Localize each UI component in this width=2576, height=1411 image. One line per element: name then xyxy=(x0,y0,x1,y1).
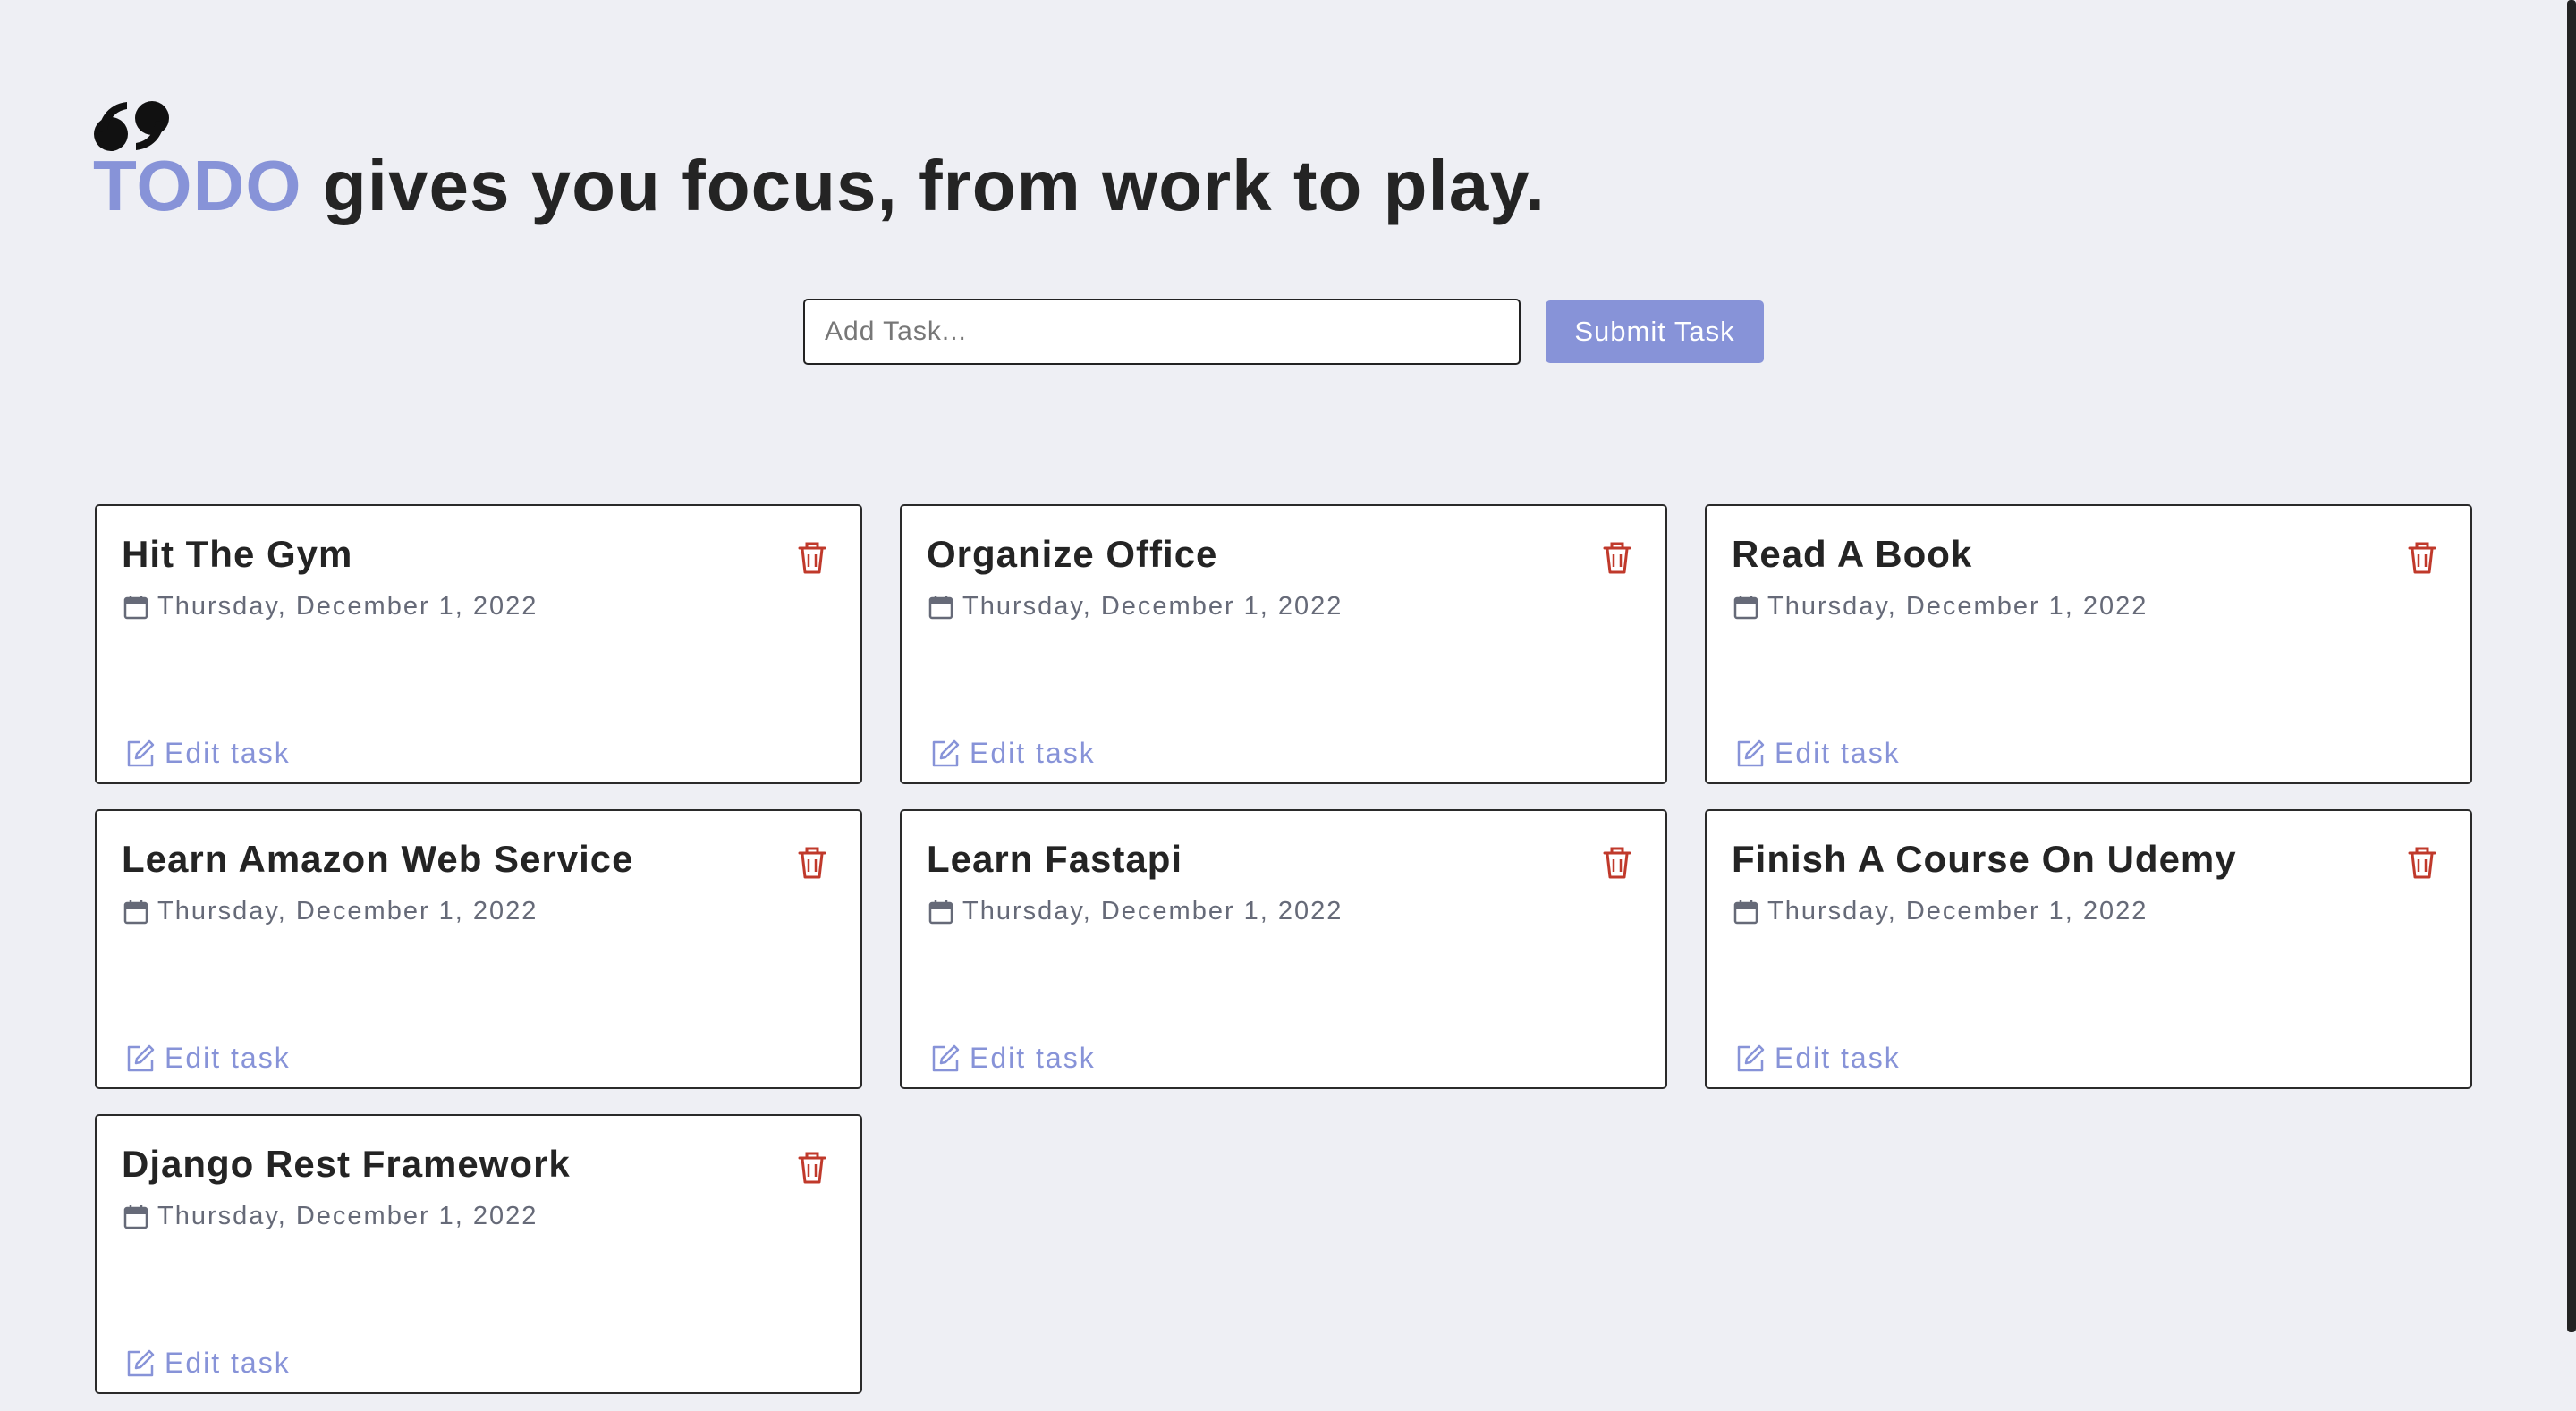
headline-tagline: gives you focus, from work to play. xyxy=(301,146,1546,225)
edit-icon xyxy=(127,1044,155,1071)
task-title: Learn Fastapi xyxy=(927,838,1183,880)
task-grid: Hit The Gym Thursday, December 1, 2022 E… xyxy=(95,504,2472,1394)
edit-icon xyxy=(1737,1044,1765,1071)
edit-task-link[interactable]: Edit task xyxy=(1735,737,1901,770)
task-date-row: Thursday, December 1, 2022 xyxy=(123,1202,538,1231)
page-scrollbar[interactable] xyxy=(2567,0,2576,1332)
edit-task-link[interactable]: Edit task xyxy=(930,737,1096,770)
calendar-icon xyxy=(123,595,148,619)
trash-icon[interactable] xyxy=(2408,542,2436,574)
edit-task-label: Edit task xyxy=(1775,1042,1901,1074)
edit-task-label: Edit task xyxy=(165,1042,291,1074)
calendar-icon xyxy=(928,900,953,924)
task-date: Thursday, December 1, 2022 xyxy=(1767,592,2148,621)
edit-task-label: Edit task xyxy=(970,737,1096,769)
task-title: Organize Office xyxy=(927,533,1218,575)
calendar-icon xyxy=(1733,595,1758,619)
trash-icon[interactable] xyxy=(798,542,826,574)
task-card: Hit The Gym Thursday, December 1, 2022 E… xyxy=(95,504,862,784)
task-date-row: Thursday, December 1, 2022 xyxy=(928,592,1343,621)
edit-icon xyxy=(932,739,960,766)
task-date: Thursday, December 1, 2022 xyxy=(962,897,1343,925)
task-card: Organize Office Thursday, December 1, 20… xyxy=(900,504,1667,784)
task-date-row: Thursday, December 1, 2022 xyxy=(1733,592,2148,621)
page: TODO gives you focus, from work to play.… xyxy=(0,0,2576,1411)
headline-accent: TODO xyxy=(93,146,302,225)
calendar-icon xyxy=(928,595,953,619)
edit-task-label: Edit task xyxy=(165,1347,291,1379)
task-title: Read A Book xyxy=(1732,533,1973,575)
edit-task-label: Edit task xyxy=(1775,737,1901,769)
task-date-row: Thursday, December 1, 2022 xyxy=(1733,897,2148,926)
add-task-form: Submit Task xyxy=(803,299,1764,365)
edit-task-link[interactable]: Edit task xyxy=(125,1347,291,1380)
task-title: Django Rest Framework xyxy=(122,1143,571,1185)
calendar-icon xyxy=(123,900,148,924)
submit-task-button[interactable]: Submit Task xyxy=(1546,300,1764,363)
task-date: Thursday, December 1, 2022 xyxy=(1767,897,2148,925)
edit-task-label: Edit task xyxy=(970,1042,1096,1074)
task-date: Thursday, December 1, 2022 xyxy=(157,1202,538,1230)
page-headline: TODO gives you focus, from work to play. xyxy=(93,145,1546,227)
task-date: Thursday, December 1, 2022 xyxy=(157,897,538,925)
edit-icon xyxy=(1737,739,1765,766)
trash-icon[interactable] xyxy=(1603,542,1631,574)
task-date-row: Thursday, December 1, 2022 xyxy=(928,897,1343,926)
edit-icon xyxy=(127,1349,155,1376)
trash-icon[interactable] xyxy=(798,1152,826,1184)
task-title: Finish A Course On Udemy xyxy=(1732,838,2237,880)
task-card: Learn Fastapi Thursday, December 1, 2022… xyxy=(900,809,1667,1089)
task-card: Finish A Course On Udemy Thursday, Decem… xyxy=(1705,809,2472,1089)
task-card: Django Rest Framework Thursday, December… xyxy=(95,1114,862,1394)
edit-task-link[interactable]: Edit task xyxy=(125,737,291,770)
edit-icon xyxy=(127,739,155,766)
edit-icon xyxy=(932,1044,960,1071)
edit-task-label: Edit task xyxy=(165,737,291,769)
task-date: Thursday, December 1, 2022 xyxy=(157,592,538,621)
edit-task-link[interactable]: Edit task xyxy=(1735,1042,1901,1075)
task-card: Learn Amazon Web Service Thursday, Decem… xyxy=(95,809,862,1089)
edit-task-link[interactable]: Edit task xyxy=(125,1042,291,1075)
calendar-icon xyxy=(123,1204,148,1229)
trash-icon[interactable] xyxy=(1603,847,1631,879)
task-title: Learn Amazon Web Service xyxy=(122,838,634,880)
calendar-icon xyxy=(1733,900,1758,924)
trash-icon[interactable] xyxy=(2408,847,2436,879)
add-task-input[interactable] xyxy=(803,299,1521,365)
task-date: Thursday, December 1, 2022 xyxy=(962,592,1343,621)
task-card: Read A Book Thursday, December 1, 2022 E… xyxy=(1705,504,2472,784)
trash-icon[interactable] xyxy=(798,847,826,879)
task-date-row: Thursday, December 1, 2022 xyxy=(123,592,538,621)
task-date-row: Thursday, December 1, 2022 xyxy=(123,897,538,926)
task-title: Hit The Gym xyxy=(122,533,353,575)
edit-task-link[interactable]: Edit task xyxy=(930,1042,1096,1075)
